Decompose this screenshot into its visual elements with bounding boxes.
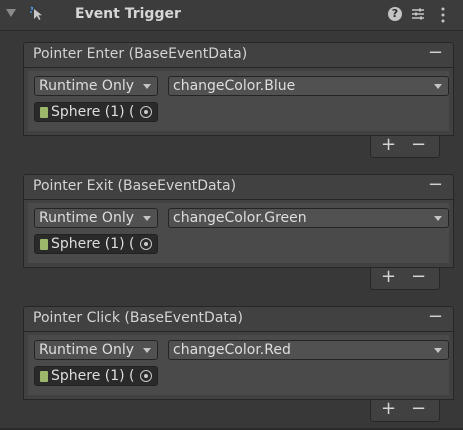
call-state-value: Runtime Only — [39, 210, 134, 226]
event-title: Pointer Exit (BaseEventData) — [33, 178, 237, 194]
add-remove-footer: + − — [370, 134, 440, 158]
method-dropdown[interactable]: changeColor.Red — [168, 340, 449, 360]
event-header: Pointer Click (BaseEventData) − — [23, 306, 454, 332]
add-remove-footer: + − — [370, 266, 440, 290]
object-picker-icon[interactable] — [140, 370, 152, 382]
event-trigger-icon — [30, 6, 42, 20]
dropdown-arrow-icon — [143, 216, 151, 221]
add-listener-button[interactable]: + — [381, 398, 396, 419]
dropdown-arrow-icon — [143, 84, 151, 89]
remove-listener-button[interactable]: − — [411, 134, 426, 155]
object-picker-icon[interactable] — [140, 238, 152, 250]
method-value: changeColor.Blue — [173, 78, 296, 94]
call-state-value: Runtime Only — [39, 342, 134, 358]
listener-row: Runtime Only changeColor.Green Sphere (1… — [28, 203, 449, 263]
call-state-dropdown[interactable]: Runtime Only — [34, 208, 158, 228]
target-object-label: Sphere (1) ( — [51, 104, 135, 120]
call-state-dropdown[interactable]: Runtime Only — [34, 340, 158, 360]
target-object-field[interactable]: Sphere (1) ( — [34, 102, 158, 122]
event-header: Pointer Exit (BaseEventData) − — [23, 174, 454, 200]
call-state-dropdown[interactable]: Runtime Only — [34, 76, 158, 96]
dropdown-arrow-icon — [434, 216, 442, 221]
object-picker-icon[interactable] — [140, 106, 152, 118]
event-title: Pointer Click (BaseEventData) — [33, 310, 243, 326]
component-title: Event Trigger — [75, 6, 181, 22]
target-object-label: Sphere (1) ( — [51, 236, 135, 252]
remove-event-button[interactable]: − — [428, 174, 443, 195]
event-trigger-header: Event Trigger ? — [0, 0, 463, 31]
method-dropdown[interactable]: changeColor.Blue — [168, 76, 449, 96]
add-remove-footer: + − — [370, 398, 440, 422]
remove-event-button[interactable]: − — [428, 42, 443, 63]
call-state-value: Runtime Only — [39, 78, 134, 94]
kebab-menu-icon[interactable] — [440, 6, 446, 24]
remove-event-button[interactable]: − — [428, 306, 443, 327]
preset-icon[interactable] — [410, 6, 426, 22]
target-object-field[interactable]: Sphere (1) ( — [34, 234, 158, 254]
event-title: Pointer Enter (BaseEventData) — [33, 46, 248, 62]
help-icon[interactable]: ? — [388, 7, 402, 21]
target-object-label: Sphere (1) ( — [51, 368, 135, 384]
add-listener-button[interactable]: + — [381, 266, 396, 287]
remove-listener-button[interactable]: − — [411, 398, 426, 419]
foldout-arrow-icon[interactable] — [6, 9, 16, 17]
gameobject-icon — [40, 239, 48, 250]
remove-listener-button[interactable]: − — [411, 266, 426, 287]
gameobject-icon — [40, 371, 48, 382]
method-value: changeColor.Green — [173, 210, 307, 226]
event-listener-list: Runtime Only changeColor.Blue Sphere (1)… — [23, 68, 454, 136]
gameobject-icon — [40, 107, 48, 118]
listener-row: Runtime Only changeColor.Blue Sphere (1)… — [28, 71, 449, 131]
event-header: Pointer Enter (BaseEventData) − — [23, 42, 454, 68]
dropdown-arrow-icon — [434, 84, 442, 89]
listener-row: Runtime Only changeColor.Red Sphere (1) … — [28, 335, 449, 395]
method-value: changeColor.Red — [173, 342, 291, 358]
target-object-field[interactable]: Sphere (1) ( — [34, 366, 158, 386]
method-dropdown[interactable]: changeColor.Green — [168, 208, 449, 228]
dropdown-arrow-icon — [143, 348, 151, 353]
dropdown-arrow-icon — [434, 348, 442, 353]
event-listener-list: Runtime Only changeColor.Red Sphere (1) … — [23, 332, 454, 400]
add-listener-button[interactable]: + — [381, 134, 396, 155]
event-listener-list: Runtime Only changeColor.Green Sphere (1… — [23, 200, 454, 268]
